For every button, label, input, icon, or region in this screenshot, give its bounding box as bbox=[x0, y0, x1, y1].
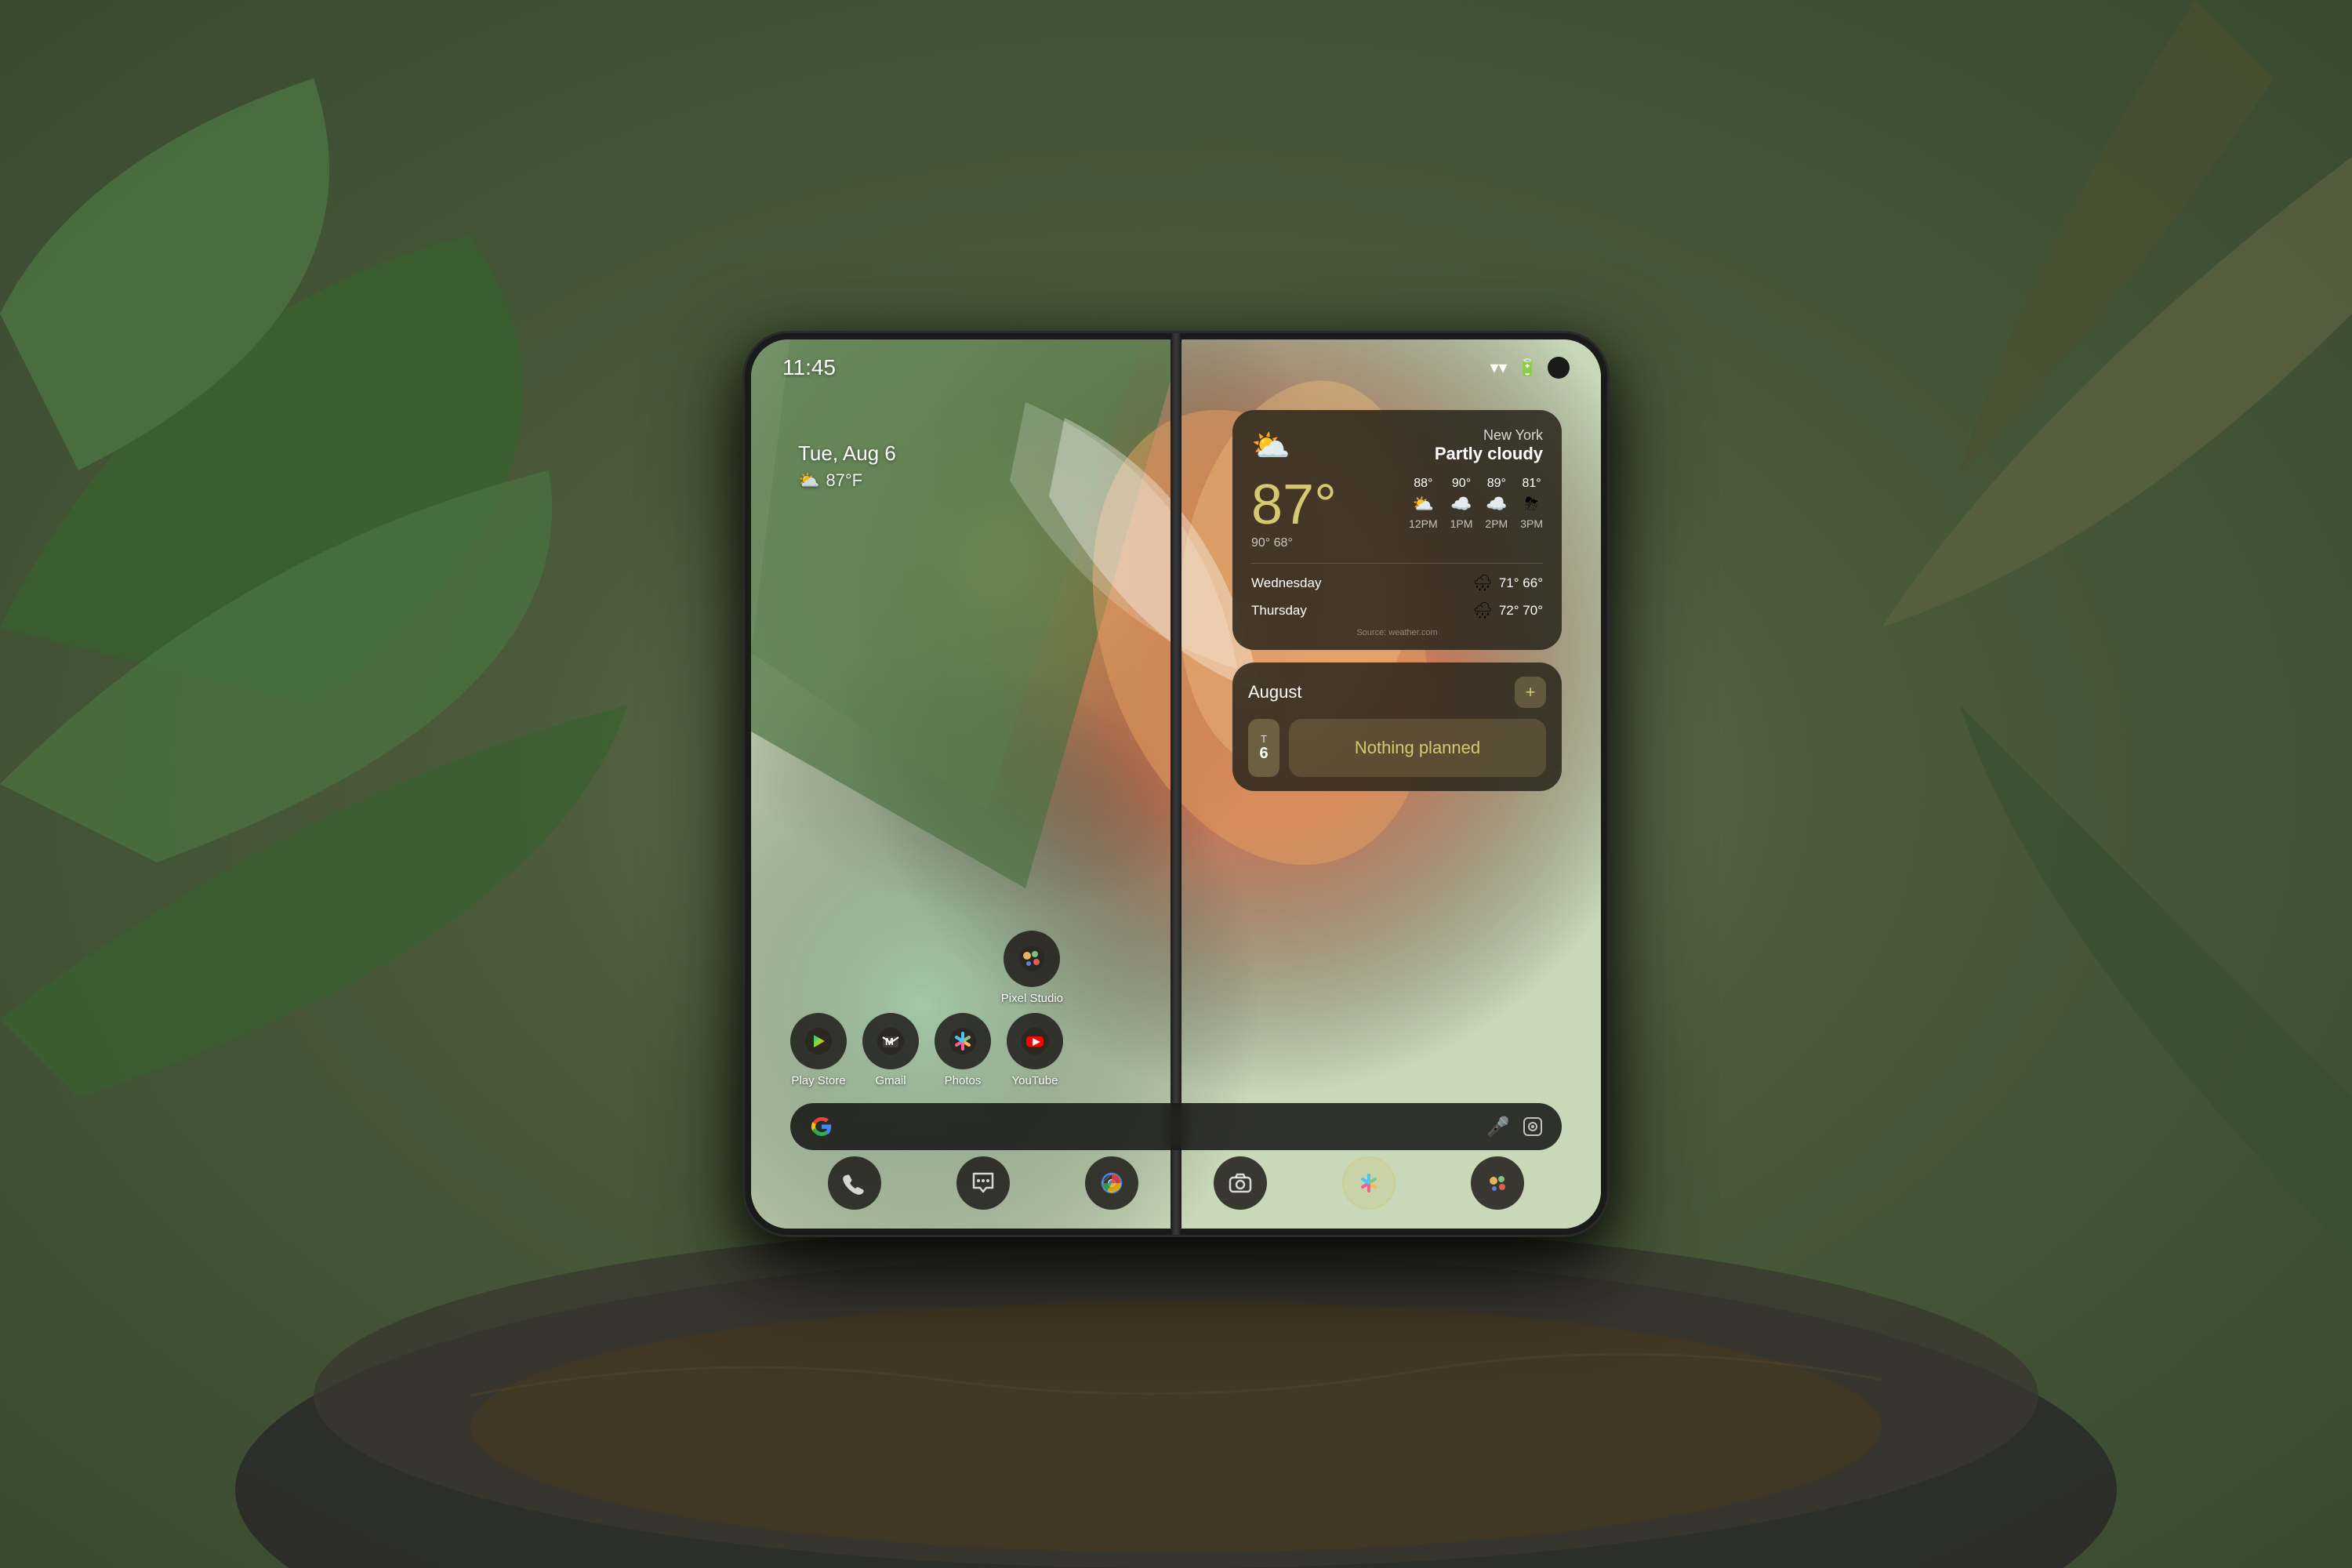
weather-source: Source: weather.com bbox=[1251, 628, 1543, 637]
weather-hourly: 88° ⛅ 12PM 90° ☁️ 1PM 89° ☁️ 2PM bbox=[1409, 477, 1543, 530]
dock-camera[interactable] bbox=[1214, 1156, 1267, 1210]
hourly-temp-1: 90° bbox=[1452, 477, 1471, 491]
camera-dot bbox=[1548, 357, 1570, 379]
hourly-time-1: 1PM bbox=[1450, 517, 1473, 530]
widgets-area: ⛅ New York Partly cloudy 87° 90° 68° bbox=[1232, 410, 1562, 791]
weather-widget[interactable]: ⛅ New York Partly cloudy 87° 90° 68° bbox=[1232, 410, 1562, 650]
status-bar: 11:45 ▾▾ 🔋 bbox=[782, 355, 1570, 380]
weather-divider bbox=[1251, 563, 1543, 564]
app-photos[interactable]: Photos bbox=[935, 1013, 991, 1087]
hourly-icon-0: ⛅ bbox=[1413, 494, 1434, 514]
youtube-icon[interactable] bbox=[1007, 1013, 1063, 1069]
hourly-time-3: 3PM bbox=[1520, 517, 1543, 530]
app-play-store[interactable]: Play Store bbox=[790, 1013, 847, 1087]
device-frame: 11:45 ▾▾ 🔋 Tue, Aug 6 ⛅ 87°F ⛅ New bbox=[745, 333, 1607, 1235]
temp-value: 87°F bbox=[826, 470, 862, 491]
weather-condition: Partly cloudy bbox=[1435, 444, 1543, 464]
status-time: 11:45 bbox=[782, 355, 836, 380]
lens-search-icon[interactable] bbox=[1523, 1116, 1543, 1137]
app-pixel-studio[interactable]: Pixel Studio bbox=[1001, 931, 1063, 1005]
weather-emoji-small: ⛅ bbox=[798, 470, 819, 491]
weather-city: New York bbox=[1435, 427, 1543, 444]
play-store-label: Play Store bbox=[791, 1074, 845, 1087]
calendar-day-badge: T 6 bbox=[1248, 719, 1279, 777]
status-icons: ▾▾ 🔋 bbox=[1490, 357, 1570, 379]
gmail-icon[interactable]: M bbox=[862, 1013, 919, 1069]
play-store-icon[interactable] bbox=[790, 1013, 847, 1069]
calendar-month: August bbox=[1248, 682, 1302, 702]
daily-day-0: Wednesday bbox=[1251, 575, 1472, 591]
dock-photos[interactable] bbox=[1342, 1156, 1396, 1210]
app-youtube[interactable]: YouTube bbox=[1007, 1013, 1063, 1087]
google-g-logo bbox=[809, 1114, 834, 1139]
calendar-content: T 6 Nothing planned bbox=[1248, 719, 1546, 777]
calendar-add-button[interactable]: + bbox=[1515, 677, 1546, 708]
app-gmail[interactable]: M Gmail bbox=[862, 1013, 919, 1087]
pixel-studio-row: Pixel Studio bbox=[790, 931, 1063, 1005]
battery-icon: 🔋 bbox=[1517, 358, 1538, 378]
hourly-temp-0: 88° bbox=[1414, 477, 1432, 491]
weather-daily: Wednesday 🌧 71° 66° Thursday 🌧 72° 70° bbox=[1251, 573, 1543, 620]
weather-temp-big: 87° bbox=[1251, 477, 1337, 533]
search-bar[interactable]: 🎤 bbox=[790, 1103, 1562, 1150]
weather-high-low: 90° 68° bbox=[1251, 536, 1337, 550]
day-badge-letter: T bbox=[1261, 733, 1267, 745]
hourly-temp-3: 81° bbox=[1523, 477, 1541, 491]
dock-messages[interactable] bbox=[956, 1156, 1010, 1210]
weather-header: ⛅ New York Partly cloudy bbox=[1251, 427, 1543, 464]
hourly-time-0: 12PM bbox=[1409, 517, 1438, 530]
wifi-icon: ▾▾ bbox=[1490, 358, 1508, 378]
photos-label: Photos bbox=[945, 1074, 982, 1087]
weather-icon-large: ⛅ bbox=[1251, 427, 1290, 464]
hourly-icon-1: ☁️ bbox=[1450, 494, 1472, 514]
hourly-icon-3: ⛈ bbox=[1525, 494, 1539, 514]
dock-chrome[interactable] bbox=[1085, 1156, 1138, 1210]
daily-temps-0: 71° 66° bbox=[1499, 575, 1543, 591]
apps-row: Play Store M Gmail bbox=[790, 1013, 1063, 1087]
pixel-studio-icon[interactable] bbox=[1004, 931, 1060, 987]
date-weather-widget: Tue, Aug 6 ⛅ 87°F bbox=[798, 441, 896, 491]
pixel-studio-label: Pixel Studio bbox=[1001, 992, 1063, 1005]
daily-icon-1: 🌧 bbox=[1472, 601, 1492, 620]
dock-pixel-studio[interactable] bbox=[1471, 1156, 1524, 1210]
bottom-dock bbox=[790, 1156, 1562, 1210]
daily-day-1: Thursday bbox=[1251, 603, 1472, 619]
daily-icon-0: 🌧 bbox=[1472, 573, 1492, 593]
calendar-nothing-planned[interactable]: Nothing planned bbox=[1289, 719, 1546, 777]
hourly-icon-2: ☁️ bbox=[1486, 494, 1507, 514]
dock-phone[interactable] bbox=[828, 1156, 881, 1210]
hourly-time-2: 2PM bbox=[1485, 517, 1508, 530]
voice-search-icon[interactable]: 🎤 bbox=[1486, 1116, 1510, 1138]
device-hinge bbox=[1171, 333, 1181, 1235]
hourly-item-2: 89° ☁️ 2PM bbox=[1485, 477, 1508, 530]
hourly-item-1: 90° ☁️ 1PM bbox=[1450, 477, 1473, 530]
gmail-label: Gmail bbox=[875, 1074, 906, 1087]
day-badge-number: 6 bbox=[1259, 745, 1268, 763]
weather-temp-block: 87° 90° 68° bbox=[1251, 477, 1337, 550]
weather-location-block: New York Partly cloudy bbox=[1435, 427, 1543, 464]
youtube-label: YouTube bbox=[1012, 1074, 1058, 1087]
svg-text:M: M bbox=[885, 1036, 894, 1047]
weather-main: 87° 90° 68° 88° ⛅ 12PM 90° ☁️ bbox=[1251, 477, 1543, 550]
daily-temps-1: 72° 70° bbox=[1499, 603, 1543, 619]
calendar-widget[interactable]: August + T 6 Nothing planned bbox=[1232, 662, 1562, 791]
date-label: Tue, Aug 6 bbox=[798, 441, 896, 466]
daily-row-1: Thursday 🌧 72° 70° bbox=[1251, 601, 1543, 620]
temp-label: ⛅ 87°F bbox=[798, 470, 896, 491]
calendar-header: August + bbox=[1248, 677, 1546, 708]
photos-icon[interactable] bbox=[935, 1013, 991, 1069]
nothing-planned-text: Nothing planned bbox=[1355, 738, 1480, 758]
apps-area: Pixel Studio bbox=[790, 931, 1063, 1087]
hourly-item-0: 88° ⛅ 12PM bbox=[1409, 477, 1438, 530]
hourly-temp-2: 89° bbox=[1487, 477, 1506, 491]
hourly-item-3: 81° ⛈ 3PM bbox=[1520, 477, 1543, 530]
daily-row-0: Wednesday 🌧 71° 66° bbox=[1251, 573, 1543, 593]
